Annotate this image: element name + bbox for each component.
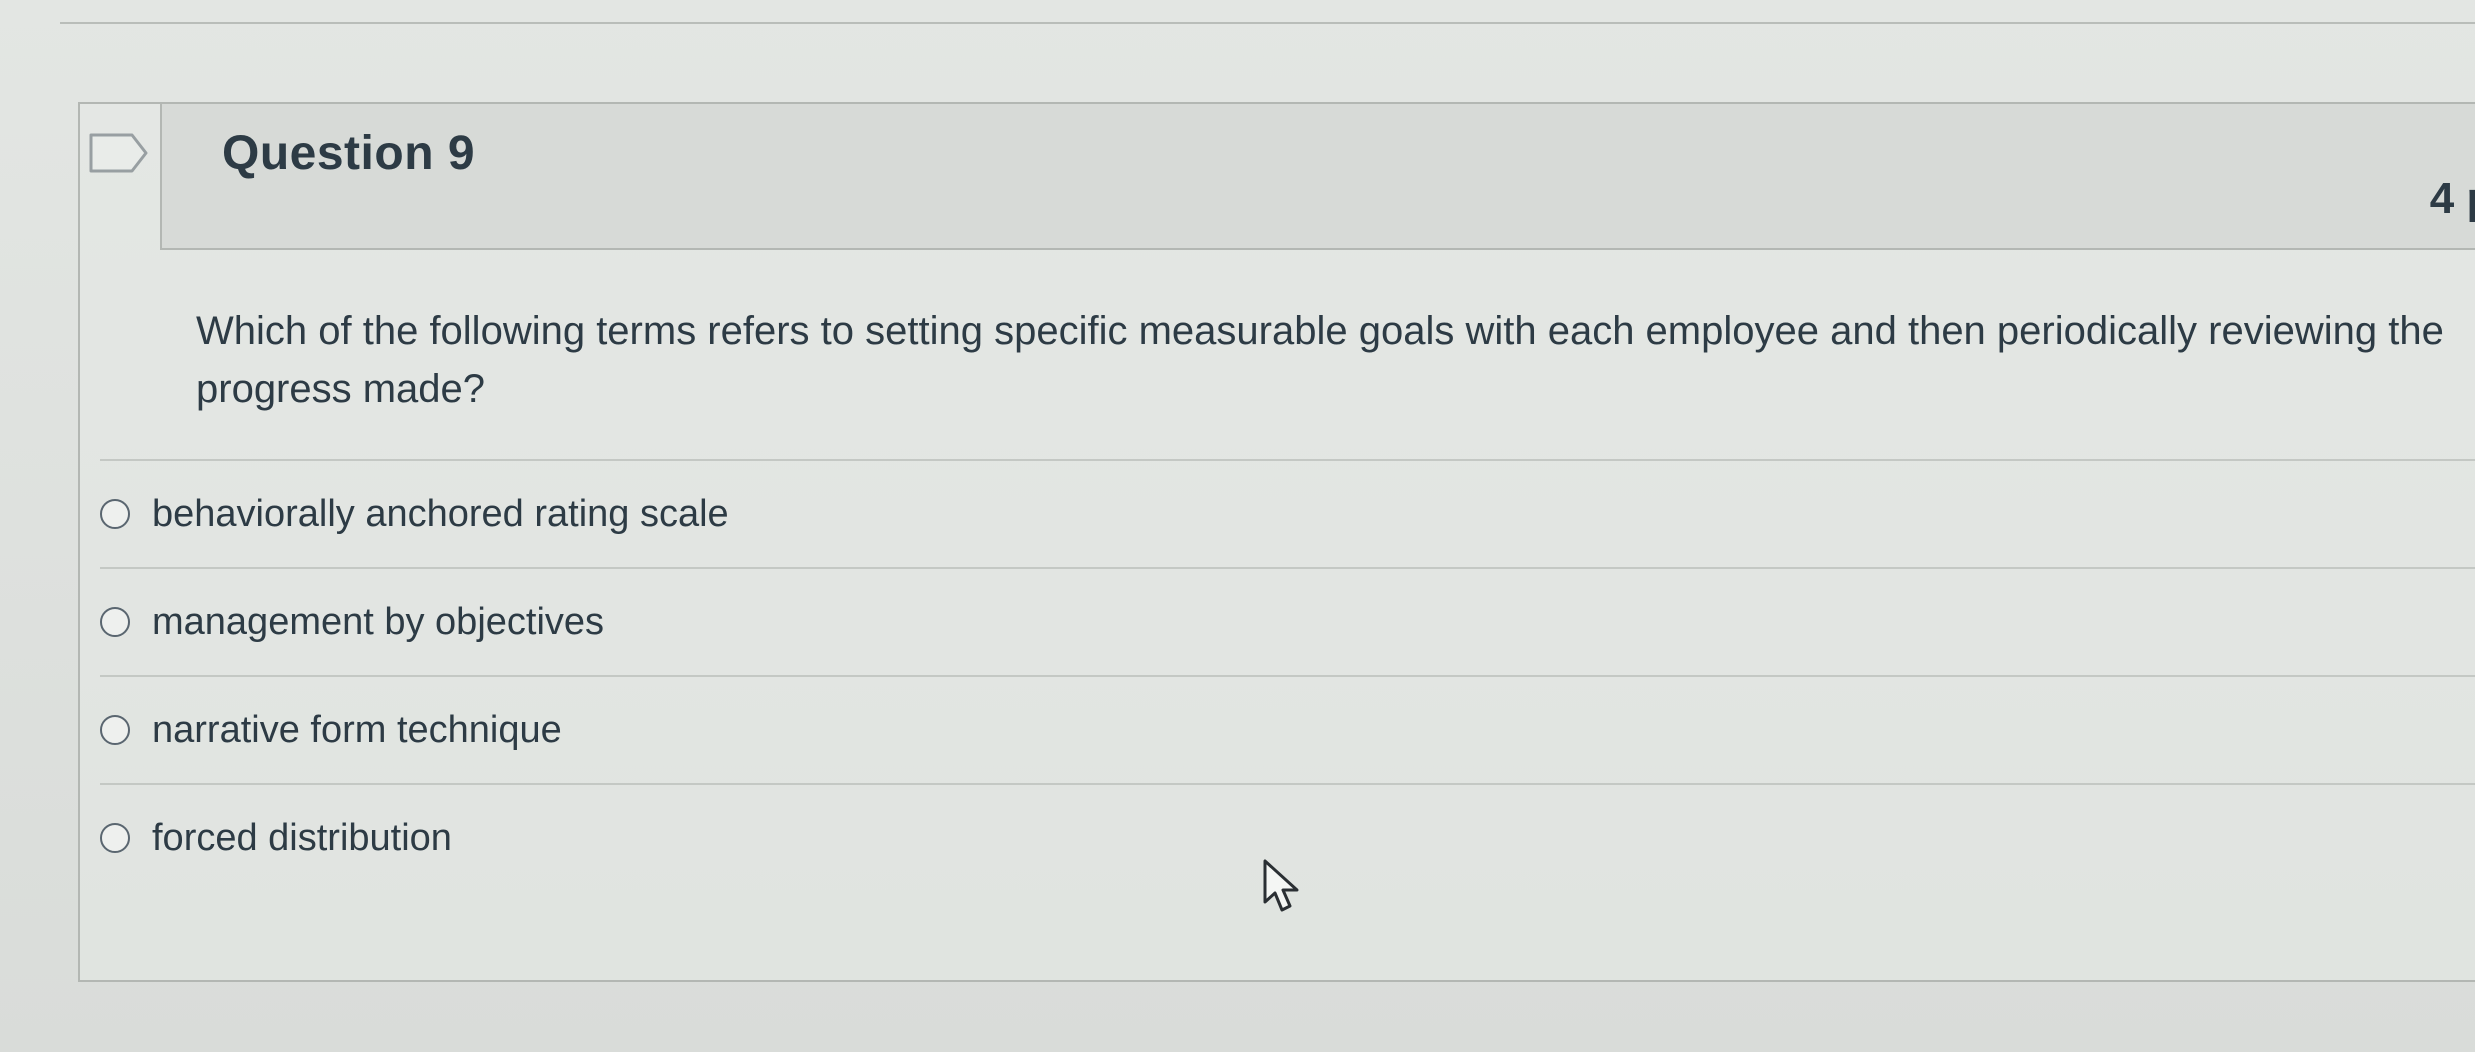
mouse-pointer-icon (1263, 859, 1299, 912)
question-points: 4 pt (2429, 174, 2475, 223)
radio-button[interactable] (100, 607, 130, 637)
radio-button[interactable] (100, 715, 130, 745)
question-title: Question 9 (222, 127, 476, 180)
answer-label[interactable]: narrative form technique (152, 709, 562, 752)
answer-label[interactable]: behaviorally anchored rating scale (152, 493, 729, 536)
question-text: Which of the following terms refers to s… (196, 309, 2444, 411)
question-header: Question 9 4 pt (160, 104, 2475, 250)
divider (60, 22, 2475, 24)
answer-label[interactable]: forced distribution (152, 817, 452, 860)
answer-option[interactable]: narrative form technique (100, 675, 2475, 783)
quiz-page: Question 9 4 pt Which of the following t… (0, 0, 2475, 1052)
answer-label[interactable]: management by objectives (152, 601, 604, 644)
radio-button[interactable] (100, 499, 130, 529)
question-card: Question 9 4 pt Which of the following t… (78, 102, 2475, 982)
radio-button[interactable] (100, 823, 130, 853)
answer-list: behaviorally anchored rating scale manag… (100, 459, 2475, 891)
answer-option[interactable]: behaviorally anchored rating scale (100, 459, 2475, 567)
answer-option[interactable]: management by objectives (100, 567, 2475, 675)
